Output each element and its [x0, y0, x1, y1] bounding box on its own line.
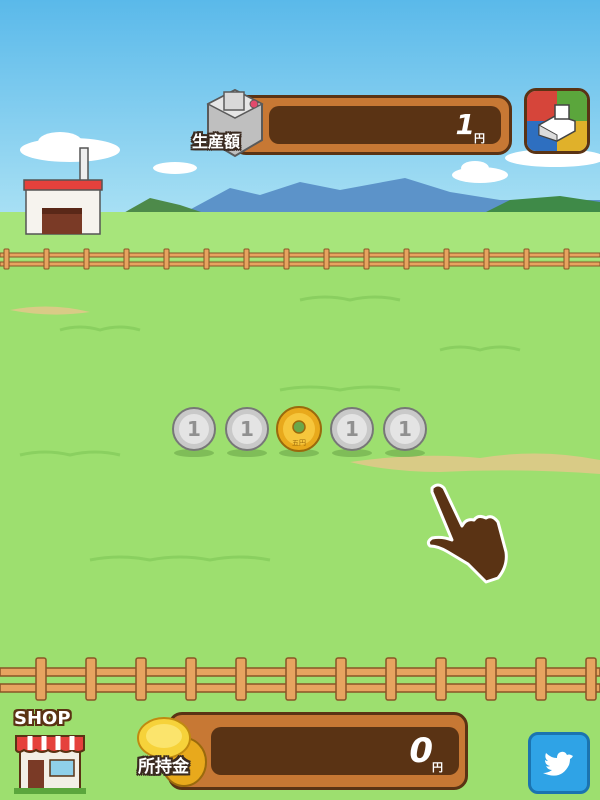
svg-text:1: 1 [345, 417, 359, 441]
svg-text:1: 1 [240, 417, 254, 441]
twitter-bird-icon [543, 751, 573, 776]
twitter-share-button[interactable] [528, 732, 590, 794]
game-screen[interactable]: 1 1 五円 1 1 1 円 生産額 SHOP 0 円 所持金 [0, 0, 600, 800]
coin-row: 1 1 五円 1 1 [172, 406, 427, 457]
money-display: 0 円 [211, 727, 459, 775]
factory-building [23, 147, 103, 235]
pointing-hand-icon [426, 483, 508, 584]
svg-text:1: 1 [398, 417, 412, 441]
shop-button[interactable]: SHOP [8, 706, 90, 796]
production-label: 生産額 [192, 132, 241, 151]
money-label: 所持金 [138, 757, 189, 777]
production-unit: 円 [474, 132, 485, 145]
block-menu-icon [527, 91, 587, 151]
shop-icon [14, 735, 86, 794]
coin-five-yen[interactable]: 五円 [276, 406, 322, 457]
svg-text:五円: 五円 [292, 439, 306, 447]
coin-one-yen[interactable]: 1 [172, 407, 216, 457]
money-unit: 円 [432, 761, 443, 774]
money-value: 0 [409, 731, 433, 771]
coin-one-yen[interactable]: 1 [330, 407, 374, 457]
production-display: 1 円 [269, 106, 501, 145]
coin-one-yen[interactable]: 1 [225, 407, 269, 457]
fence-bottom [0, 657, 600, 701]
menu-button[interactable] [524, 88, 590, 154]
shop-label: SHOP [14, 708, 71, 729]
coin-one-yen[interactable]: 1 [383, 407, 427, 457]
production-panel: 1 円 [232, 95, 512, 155]
fence-top [0, 248, 600, 270]
production-value: 1 [455, 108, 475, 141]
svg-text:1: 1 [187, 417, 201, 441]
coin-stack-icon [137, 717, 207, 787]
